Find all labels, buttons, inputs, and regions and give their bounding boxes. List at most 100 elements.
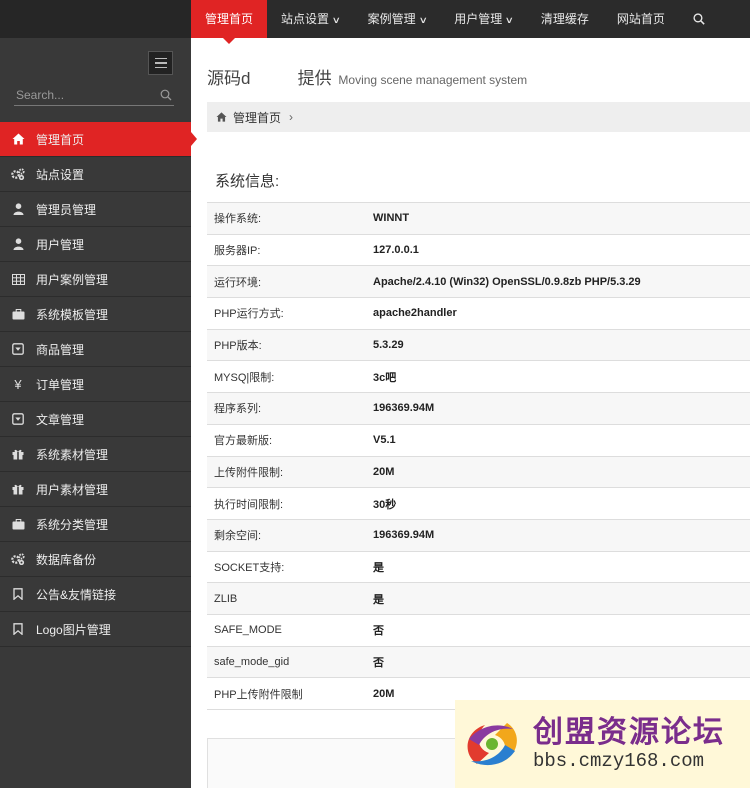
cogs-icon <box>0 168 36 180</box>
sidebar-item-label: Logo图片管理 <box>36 622 111 637</box>
table-row: SOCKET支持: 是 <box>207 552 750 584</box>
table-row: 官方最新版: V5.1 <box>207 425 750 457</box>
watermark-logo: 创盟资源论坛 bbs.cmzy168.com <box>455 700 750 788</box>
row-value: 否 <box>373 625 384 638</box>
table-row: ZLIB 是 <box>207 583 750 615</box>
row-key: 剩余空间: <box>214 530 262 543</box>
sidebar-item-label: 系统素材管理 <box>36 447 109 462</box>
sidebar-item-category-management[interactable]: 系统分类管理 <box>0 507 191 542</box>
topnav-user-management[interactable]: 用户管理 ∨ <box>440 0 527 38</box>
sidebar-item-home[interactable]: 管理首页 <box>0 122 197 157</box>
row-key: ZLIB <box>214 592 238 605</box>
topnav-home[interactable]: 管理首页 <box>191 0 268 44</box>
hamburger-icon-bar <box>154 57 167 60</box>
top-nav-menu: 管理首页 站点设置 ∨ 案例管理 ∨ 用户管理 ∨ 清理缓存 网站首页 <box>191 0 719 44</box>
sidebar-item-label: 管理首页 <box>36 132 85 147</box>
top-navbar: 管理首页 站点设置 ∨ 案例管理 ∨ 用户管理 ∨ 清理缓存 网站首页 <box>0 0 750 44</box>
sidebar: 管理首页 站点设置 管理员管理 用户管理 用户案例管理 系统模板管理 商品管理 … <box>0 38 197 788</box>
top-search-button[interactable] <box>679 0 719 38</box>
table-row: 服务器IP: 127.0.0.1 <box>207 235 750 267</box>
sidebar-item-template-management[interactable]: 系统模板管理 <box>0 297 191 332</box>
home-icon <box>216 112 227 122</box>
caret-square-icon <box>0 343 36 355</box>
gift-icon <box>0 448 36 460</box>
row-key: safe_mode_gid <box>214 655 290 668</box>
sidebar-item-announcements-links[interactable]: 公告&友情链接 <box>0 577 191 612</box>
watermark-brand: 创盟资源论坛 <box>533 716 725 749</box>
topnav-site-home[interactable]: 网站首页 <box>603 0 679 38</box>
row-key: SOCKET支持: <box>214 561 285 574</box>
sidebar-item-logo-management[interactable]: Logo图片管理 <box>0 612 191 647</box>
row-value: 30秒 <box>373 498 397 511</box>
table-row: 程序系列: 196369.94M <box>207 393 750 425</box>
topnav-site-settings[interactable]: 站点设置 ∨ <box>267 0 354 38</box>
user-icon <box>0 203 36 215</box>
table-row: 上传附件限制: 20M <box>207 456 750 489</box>
row-key: 运行环境: <box>214 276 262 289</box>
row-value: 5.3.29 <box>373 339 404 352</box>
sidebar-item-label: 用户管理 <box>36 237 85 252</box>
row-key: 执行时间限制: <box>214 498 284 511</box>
sidebar-item-label: 系统分类管理 <box>36 517 109 532</box>
sidebar-search <box>14 86 174 106</box>
system-info-table: 操作系统: WINNT 服务器IP: 127.0.0.1 运行环境: Apache/2… <box>207 202 750 710</box>
sidebar-item-label: 数据库备份 <box>36 552 97 567</box>
sidebar-item-user-case-management[interactable]: 用户案例管理 <box>0 262 191 297</box>
sidebar-item-site-settings[interactable]: 站点设置 <box>0 157 191 192</box>
topnav-case-management[interactable]: 案例管理 ∨ <box>354 0 441 38</box>
row-value: 20M <box>373 465 395 478</box>
bookmark-icon <box>0 588 36 600</box>
row-value: 是 <box>373 593 384 606</box>
sidebar-item-label: 用户素材管理 <box>36 482 109 497</box>
sidebar-item-label: 站点设置 <box>36 167 85 182</box>
row-key: 上传附件限制: <box>214 466 284 479</box>
brand-area <box>0 0 191 38</box>
sidebar-item-user-material[interactable]: 用户素材管理 <box>0 472 191 507</box>
row-key: PHP运行方式: <box>214 308 284 321</box>
sidebar-item-system-material[interactable]: 系统素材管理 <box>0 437 191 472</box>
briefcase-icon <box>0 518 36 530</box>
main-content: 源码d 提供 Moving scene management system 管理… <box>191 38 750 788</box>
table-row: MYSQ|限制: 3c吧 <box>207 361 750 394</box>
row-value: 196369.94M <box>373 402 435 415</box>
gift-icon <box>0 483 36 495</box>
row-key: 官方最新版: <box>214 435 273 448</box>
chevron-down-icon: ∨ <box>418 15 428 25</box>
row-key: PHP上传附件限制 <box>214 688 303 701</box>
sidebar-item-admin-management[interactable]: 管理员管理 <box>0 192 191 227</box>
row-value: V5.1 <box>373 434 396 447</box>
menu-toggle-button[interactable] <box>148 51 173 75</box>
sidebar-item-order-management[interactable]: ¥ 订单管理 <box>0 367 191 402</box>
row-key: PHP版本: <box>214 340 262 353</box>
sidebar-item-label: 用户案例管理 <box>36 272 109 287</box>
topnav-clear-cache-label: 清理缓存 <box>540 12 589 26</box>
topnav-case-management-label: 案例管理 <box>367 12 416 26</box>
sidebar-item-label: 公告&友情链接 <box>36 587 117 602</box>
sidebar-item-database-backup[interactable]: 数据库备份 <box>0 542 191 577</box>
watermark-url: bbs.cmzy168.com <box>533 750 705 772</box>
search-icon <box>693 13 705 25</box>
sidebar-item-article-management[interactable]: 文章管理 <box>0 402 191 437</box>
breadcrumb-home-link[interactable]: 管理首页 <box>233 109 281 126</box>
page-title: 源码d 提供 Moving scene management system <box>207 64 527 89</box>
sidebar-item-user-management[interactable]: 用户管理 <box>0 227 191 262</box>
table-icon <box>0 273 36 285</box>
page-subtitle: Moving scene management system <box>338 73 528 87</box>
chevron-right-icon: › <box>289 110 294 124</box>
sidebar-item-label: 系统模板管理 <box>36 307 109 322</box>
sidebar-search-input[interactable] <box>14 86 154 104</box>
user-icon <box>0 238 36 250</box>
table-row: PHP运行方式: apache2handler <box>207 298 750 330</box>
row-key: 操作系统: <box>214 213 262 226</box>
sidebar-item-label: 文章管理 <box>36 412 85 427</box>
hamburger-icon-bar <box>154 66 167 69</box>
row-key: MYSQ|限制: <box>214 371 275 384</box>
table-row: 执行时间限制: 30秒 <box>207 488 750 520</box>
table-row: SAFE_MODE 否 <box>207 615 750 647</box>
cogs-icon <box>0 553 36 565</box>
sidebar-item-product-management[interactable]: 商品管理 <box>0 332 191 367</box>
sidebar-menu: 管理首页 站点设置 管理员管理 用户管理 用户案例管理 系统模板管理 商品管理 … <box>0 122 197 647</box>
search-icon[interactable] <box>160 89 172 101</box>
topnav-clear-cache[interactable]: 清理缓存 <box>527 0 603 38</box>
row-value: apache2handler <box>373 307 457 320</box>
